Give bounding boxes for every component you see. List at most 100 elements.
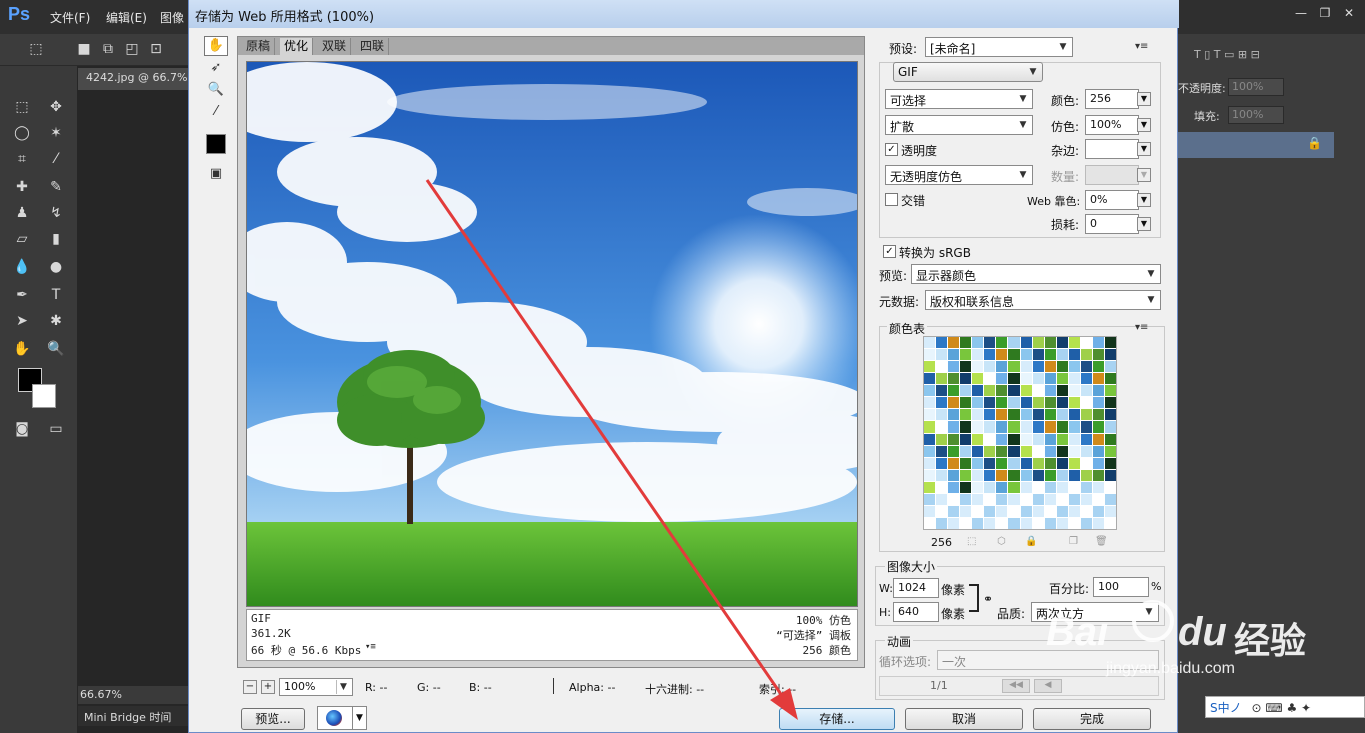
color-swatch[interactable] [948,433,960,445]
color-swatch[interactable] [996,505,1008,517]
color-swatch[interactable] [1080,361,1092,373]
color-swatch[interactable] [1080,409,1092,421]
color-swatch[interactable] [1080,505,1092,517]
color-swatch[interactable] [1056,361,1068,373]
color-swatch[interactable] [1104,361,1116,373]
color-swatch[interactable] [960,349,972,361]
color-swatch[interactable] [948,421,960,433]
color-swatch[interactable] [1068,457,1080,469]
color-swatch[interactable] [1104,349,1116,361]
screen-mode-icon[interactable]: ▭ [44,418,68,440]
color-swatch[interactable] [1104,505,1116,517]
color-swatch[interactable] [972,385,984,397]
color-swatch[interactable] [1056,421,1068,433]
document-tab[interactable]: 4242.jpg @ 66.7% [78,68,190,90]
color-swatch[interactable] [936,397,948,409]
minimize-icon[interactable]: — [1290,6,1312,22]
color-swatch[interactable] [924,361,936,373]
color-swatch[interactable] [972,349,984,361]
color-swatch[interactable] [1092,505,1104,517]
color-swatch[interactable] [984,385,996,397]
color-swatch[interactable] [972,373,984,385]
color-swatch[interactable] [1020,373,1032,385]
color-swatch[interactable] [1080,421,1092,433]
color-swatch[interactable] [984,493,996,505]
color-swatch[interactable] [1044,361,1056,373]
zoom-out-button[interactable]: − [243,680,257,694]
color-swatch[interactable] [1008,445,1020,457]
preview-color-select[interactable]: 显示器颜色 ▼ [911,264,1161,284]
color-swatch[interactable] [996,385,1008,397]
color-swatch[interactable] [936,469,948,481]
color-swatch[interactable] [1032,373,1044,385]
gradient-tool-icon[interactable]: ▮ [44,228,68,250]
color-swatch[interactable] [1080,445,1092,457]
color-swatch[interactable] [984,469,996,481]
color-swatch[interactable] [948,493,960,505]
color-swatch[interactable] [972,517,984,529]
color-swatch[interactable] [924,397,936,409]
color-swatch[interactable] [1092,349,1104,361]
color-swatch[interactable] [1068,409,1080,421]
color-swatch[interactable] [996,337,1008,349]
color-swatch[interactable] [1092,385,1104,397]
color-swatch[interactable] [1008,481,1020,493]
magic-wand-icon[interactable]: ✶ [44,122,68,144]
layer-row[interactable]: 🔒 [1178,132,1334,158]
lossy-field[interactable]: 0 [1085,214,1139,234]
color-swatch[interactable] [1056,505,1068,517]
color-swatch[interactable] [1104,457,1116,469]
format-select[interactable]: GIF ▼ [893,62,1043,82]
stamp-tool-icon[interactable]: ♟ [10,202,34,224]
color-swatch[interactable] [984,421,996,433]
background-color-swatch[interactable] [32,384,56,408]
color-swatch[interactable] [1068,433,1080,445]
color-swatch[interactable] [948,397,960,409]
color-swatch[interactable] [972,361,984,373]
color-swatch[interactable] [960,481,972,493]
color-swatch[interactable] [972,433,984,445]
color-swatch[interactable] [1056,409,1068,421]
color-swatch[interactable] [1020,409,1032,421]
link-icon[interactable]: ⚭ [983,592,993,606]
color-swatch[interactable] [1104,433,1116,445]
color-swatch[interactable] [1104,373,1116,385]
color-swatch[interactable] [1044,337,1056,349]
color-swatch[interactable] [1008,493,1020,505]
color-swatch[interactable] [948,373,960,385]
color-swatch[interactable] [972,493,984,505]
zoom-in-button[interactable]: + [261,680,275,694]
color-swatch[interactable] [1020,349,1032,361]
color-swatch[interactable] [960,373,972,385]
color-swatch[interactable] [1068,385,1080,397]
eyedropper-icon[interactable]: ⁄ [204,102,228,122]
color-swatch[interactable] [1032,517,1044,529]
zoom-tool-icon[interactable]: 🔍 [44,338,68,360]
color-swatch[interactable] [1020,421,1032,433]
color-swatch[interactable] [984,337,996,349]
color-swatch[interactable] [984,373,996,385]
color-swatch[interactable] [960,433,972,445]
color-swatch[interactable] [960,505,972,517]
height-field[interactable]: 640 [893,602,939,622]
color-swatch[interactable] [1080,337,1092,349]
dither-dropdown-icon[interactable]: ▼ [1137,118,1151,132]
healing-tool-icon[interactable]: ✚ [10,176,34,198]
color-swatch[interactable] [948,517,960,529]
color-swatch[interactable] [984,349,996,361]
color-swatch[interactable] [1032,337,1044,349]
color-swatch[interactable] [996,421,1008,433]
dither-field[interactable]: 100% [1085,115,1139,135]
color-swatch[interactable] [1092,433,1104,445]
color-swatch[interactable] [924,373,936,385]
restore-icon[interactable]: ❐ [1314,6,1336,22]
color-swatch[interactable] [960,469,972,481]
convert-srgb-checkbox[interactable]: ✓ [883,245,896,258]
color-swatch[interactable] [1092,469,1104,481]
optimized-preview-image[interactable] [246,61,858,607]
color-swatch[interactable] [1008,517,1020,529]
color-swatch[interactable] [1008,433,1020,445]
lock-color-icon[interactable]: 🔒 [1025,536,1037,547]
color-swatch[interactable] [1044,469,1056,481]
color-swatch[interactable] [1020,361,1032,373]
